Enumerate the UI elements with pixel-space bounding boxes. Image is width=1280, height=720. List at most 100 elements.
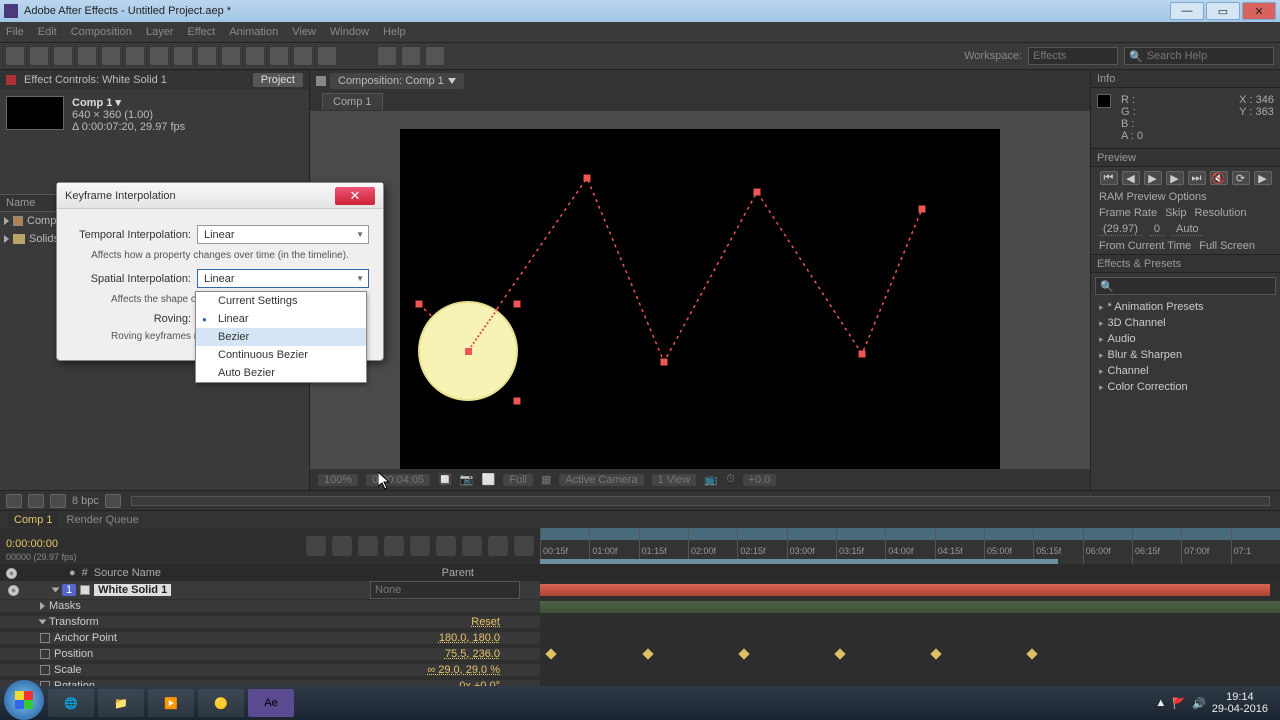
keyframe-point[interactable] [661, 359, 668, 366]
masks-group[interactable]: Masks [49, 600, 81, 612]
roto-tool[interactable] [294, 47, 312, 65]
ram-preview-button[interactable]: ▶ [1254, 171, 1272, 185]
tray-icon[interactable]: ▲ [1155, 697, 1166, 709]
parent-header[interactable]: Parent [442, 567, 474, 579]
effects-category[interactable]: Color Correction [1091, 379, 1280, 395]
composition-dropdown[interactable]: Composition: Comp 1 [330, 73, 464, 89]
brush-tool[interactable] [222, 47, 240, 65]
keyframe-diamond[interactable] [1027, 648, 1038, 659]
framerate-value[interactable]: (29.97) [1099, 223, 1142, 236]
layer-row[interactable]: 1 White Solid 1 None [0, 582, 1280, 598]
effects-category[interactable]: * Animation Presets [1091, 299, 1280, 315]
menu-layer[interactable]: Layer [146, 26, 174, 38]
keyframe-point[interactable] [859, 351, 866, 358]
interpret-button[interactable] [6, 494, 22, 508]
interpolation-option[interactable]: Auto Bezier [196, 364, 366, 382]
keyframe-diamond[interactable] [931, 648, 942, 659]
panel-close-icon[interactable] [316, 76, 326, 86]
parent-select[interactable]: None [370, 581, 520, 599]
close-button[interactable]: ✕ [1242, 2, 1276, 20]
layer-bar[interactable] [540, 584, 1270, 596]
tray-icon[interactable]: 🔊 [1192, 697, 1206, 710]
keyframe-point[interactable] [584, 175, 591, 182]
mute-button[interactable]: 🔇 [1210, 171, 1228, 185]
prev-frame-button[interactable]: ◀ [1122, 171, 1140, 185]
start-button[interactable] [4, 680, 44, 720]
twirl-icon[interactable] [52, 588, 60, 593]
new-comp-button[interactable] [50, 494, 66, 508]
axis-local-tool[interactable] [378, 47, 396, 65]
effects-category[interactable]: 3D Channel [1091, 315, 1280, 331]
play-button[interactable]: ▶ [1144, 171, 1162, 185]
keyframe-point[interactable] [754, 189, 761, 196]
tl-icon[interactable] [358, 536, 378, 556]
text-tool[interactable] [198, 47, 216, 65]
layer-name[interactable]: White Solid 1 [94, 584, 171, 596]
effects-panel-header[interactable]: Effects & Presets [1091, 255, 1280, 273]
keyframe-point[interactable] [514, 301, 521, 308]
menu-effect[interactable]: Effect [187, 26, 215, 38]
skip-value[interactable]: 0 [1150, 223, 1164, 236]
menu-composition[interactable]: Composition [71, 26, 132, 38]
axis-world-tool[interactable] [402, 47, 420, 65]
last-frame-button[interactable]: ⏭ [1188, 171, 1206, 185]
menu-file[interactable]: File [6, 26, 24, 38]
clone-tool[interactable] [246, 47, 264, 65]
time-ruler[interactable]: 00:15f01:00f01:15f02:00f02:15f03:00f03:1… [540, 528, 1280, 564]
keyframe-point[interactable] [416, 301, 423, 308]
rotate-tool[interactable] [78, 47, 96, 65]
help-search[interactable]: 🔍 Search Help [1124, 47, 1274, 65]
timeline-tab-render[interactable]: Render Queue [67, 514, 139, 526]
puppet-tool[interactable] [318, 47, 336, 65]
tl-icon[interactable] [332, 536, 352, 556]
taskbar-aftereffects[interactable]: Ae [248, 689, 294, 717]
bpc-label[interactable]: 8 bpc [72, 495, 99, 507]
project-tab[interactable]: Project [253, 73, 303, 87]
exposure-value[interactable]: +0.0 [743, 474, 777, 486]
scroll-track[interactable] [131, 496, 1270, 506]
timeline-tab-comp[interactable]: Comp 1 [8, 513, 59, 527]
selection-tool[interactable] [6, 47, 24, 65]
interpolation-option[interactable]: Linear [196, 310, 366, 328]
current-time-display[interactable]: 0:00:04:05 [366, 474, 430, 486]
keyframe-point[interactable] [919, 206, 926, 213]
taskbar-ie[interactable]: 🌐 [48, 689, 94, 717]
menu-view[interactable]: View [292, 26, 316, 38]
mask-tool[interactable] [150, 47, 168, 65]
zoom-level[interactable]: 100% [318, 474, 358, 486]
taskbar-chrome[interactable]: 🟡 [198, 689, 244, 717]
loop-button[interactable]: ⟳ [1232, 171, 1250, 185]
spatial-select[interactable]: Linear [197, 269, 369, 288]
visibility-toggle[interactable] [8, 585, 19, 596]
property-row[interactable]: Anchor Point180.0, 180.0 [0, 632, 540, 644]
info-panel-header[interactable]: Info [1091, 70, 1280, 88]
hand-tool[interactable] [30, 47, 48, 65]
new-folder-button[interactable] [28, 494, 44, 508]
tl-icon[interactable] [514, 536, 534, 556]
fullscreen-checkbox[interactable]: Full Screen [1199, 240, 1255, 252]
reset-link[interactable]: Reset [471, 616, 500, 628]
first-frame-button[interactable]: ⏮ [1100, 171, 1118, 185]
source-name-header[interactable]: Source Name [94, 567, 161, 579]
panel-close-icon[interactable] [6, 75, 16, 85]
keyframe-diamond[interactable] [738, 648, 749, 659]
maximize-button[interactable]: ▭ [1206, 2, 1240, 20]
pan-behind-tool[interactable] [126, 47, 144, 65]
property-row[interactable]: Position75.5, 236.0 [0, 648, 540, 660]
delete-button[interactable] [105, 494, 121, 508]
temporal-select[interactable]: Linear [197, 225, 369, 244]
menu-help[interactable]: Help [383, 26, 406, 38]
transform-group[interactable]: Transform [49, 616, 99, 628]
effects-category[interactable]: Channel [1091, 363, 1280, 379]
pen-tool[interactable] [174, 47, 192, 65]
interpolation-option[interactable]: Continuous Bezier [196, 346, 366, 364]
from-current-checkbox[interactable]: From Current Time [1099, 240, 1191, 252]
timecode[interactable]: 0:00:00:0000000 (29.97 fps) [6, 531, 77, 562]
axis-view-tool[interactable] [426, 47, 444, 65]
clock-time[interactable]: 19:14 [1212, 691, 1268, 703]
menu-animation[interactable]: Animation [229, 26, 278, 38]
composition-viewer[interactable] [400, 129, 1000, 469]
resolution-value[interactable]: Auto [1172, 223, 1203, 236]
next-frame-button[interactable]: ▶ [1166, 171, 1184, 185]
taskbar-explorer[interactable]: 📁 [98, 689, 144, 717]
